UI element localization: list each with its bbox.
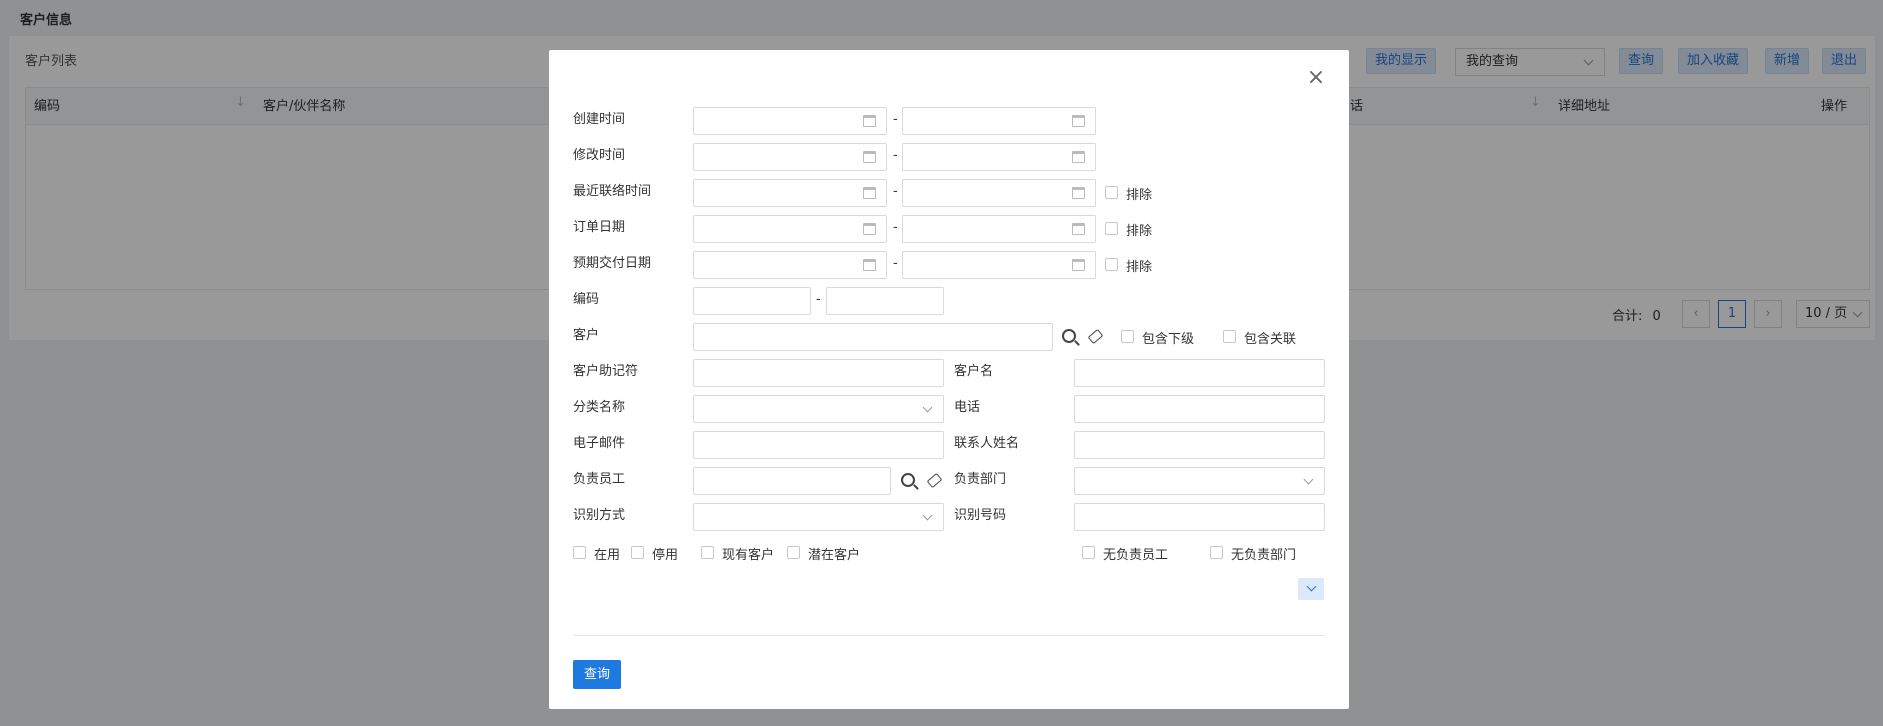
category-select[interactable] — [693, 395, 944, 423]
label-customer: 客户 — [573, 328, 600, 343]
dialog-divider — [573, 635, 1325, 636]
id-method-select[interactable] — [693, 503, 944, 531]
exclude-last-contact-checkbox[interactable] — [1105, 186, 1118, 199]
modified-end-date[interactable] — [902, 143, 1096, 171]
exclude-label: 排除 — [1126, 260, 1153, 275]
label-email: 电子邮件 — [573, 436, 626, 451]
calendar-icon — [1072, 223, 1085, 235]
calendar-icon — [863, 187, 876, 199]
label-dept: 负责部门 — [954, 472, 1007, 487]
chevron-down-icon — [1303, 474, 1314, 485]
no-dept-label: 无负责部门 — [1231, 548, 1297, 563]
in-use-label: 在用 — [594, 548, 621, 563]
customer-name-input[interactable] — [1074, 359, 1325, 387]
calendar-icon — [863, 151, 876, 163]
phone-input[interactable] — [1074, 395, 1325, 423]
exclude-label: 排除 — [1126, 188, 1153, 203]
no-staff-checkbox[interactable] — [1082, 546, 1095, 559]
label-contact-name: 联系人姓名 — [954, 436, 1020, 451]
label-last-contact: 最近联络时间 — [573, 184, 652, 199]
created-end-date[interactable] — [902, 107, 1096, 135]
existing-customer-checkbox[interactable] — [701, 546, 714, 559]
include-related-checkbox[interactable] — [1223, 330, 1236, 343]
disabled-checkbox[interactable] — [631, 546, 644, 559]
no-dept-checkbox[interactable] — [1210, 546, 1223, 559]
code-end-input[interactable] — [826, 287, 944, 315]
in-use-checkbox[interactable] — [573, 546, 586, 559]
label-staff: 负责员工 — [573, 472, 626, 487]
label-customer-name: 客户名 — [954, 364, 994, 379]
existing-customer-label: 现有客户 — [722, 548, 775, 563]
range-dash: - — [893, 256, 898, 271]
staff-input[interactable] — [693, 467, 891, 495]
label-phone: 电话 — [954, 400, 981, 415]
label-modified: 修改时间 — [573, 148, 626, 163]
mnemonic-input[interactable] — [693, 359, 944, 387]
created-start-date[interactable] — [693, 107, 887, 135]
customer-input[interactable] — [693, 323, 1053, 351]
label-id-method: 识别方式 — [573, 508, 626, 523]
code-start-input[interactable] — [693, 287, 811, 315]
exclude-expected-delivery-checkbox[interactable] — [1105, 258, 1118, 271]
exclude-order-date-checkbox[interactable] — [1105, 222, 1118, 235]
dialog-query-button[interactable]: 查询 — [573, 660, 621, 689]
no-staff-label: 无负责员工 — [1103, 548, 1169, 563]
disabled-label: 停用 — [652, 548, 679, 563]
modified-start-date[interactable] — [693, 143, 887, 171]
calendar-icon — [1072, 151, 1085, 163]
exclude-label: 排除 — [1126, 224, 1153, 239]
range-dash: - — [893, 148, 898, 163]
id-number-input[interactable] — [1074, 503, 1325, 531]
calendar-icon — [863, 115, 876, 127]
range-dash: - — [816, 292, 821, 307]
calendar-icon — [1072, 187, 1085, 199]
potential-customer-label: 潜在客户 — [808, 548, 861, 563]
email-input[interactable] — [693, 431, 944, 459]
chevron-down-icon — [922, 402, 933, 413]
label-order-date: 订单日期 — [573, 220, 626, 235]
include-sub-label: 包含下级 — [1142, 332, 1195, 347]
calendar-icon — [1072, 259, 1085, 271]
last-contact-end-date[interactable] — [902, 179, 1096, 207]
label-id-number: 识别号码 — [954, 508, 1007, 523]
contact-name-input[interactable] — [1074, 431, 1325, 459]
order-date-end[interactable] — [902, 215, 1096, 243]
chevron-down-icon — [922, 510, 933, 521]
close-icon[interactable]: × — [1306, 67, 1326, 89]
label-expected-delivery: 预期交付日期 — [573, 256, 652, 271]
range-dash: - — [893, 184, 898, 199]
search-icon[interactable] — [1062, 329, 1076, 343]
label-mnemonic: 客户助记符 — [573, 364, 639, 379]
search-icon[interactable] — [901, 473, 915, 487]
include-sub-checkbox[interactable] — [1121, 330, 1134, 343]
calendar-icon — [863, 223, 876, 235]
expand-more-button[interactable] — [1298, 578, 1324, 600]
expected-delivery-start[interactable] — [693, 251, 887, 279]
range-dash: - — [893, 112, 898, 127]
calendar-icon — [863, 259, 876, 271]
expected-delivery-end[interactable] — [902, 251, 1096, 279]
dept-select[interactable] — [1074, 467, 1325, 495]
label-code: 编码 — [573, 292, 600, 307]
order-date-start[interactable] — [693, 215, 887, 243]
calendar-icon — [1072, 115, 1085, 127]
label-category: 分类名称 — [573, 400, 626, 415]
include-related-label: 包含关联 — [1244, 332, 1297, 347]
label-created: 创建时间 — [573, 112, 626, 127]
range-dash: - — [893, 220, 898, 235]
potential-customer-checkbox[interactable] — [787, 546, 800, 559]
last-contact-start-date[interactable] — [693, 179, 887, 207]
